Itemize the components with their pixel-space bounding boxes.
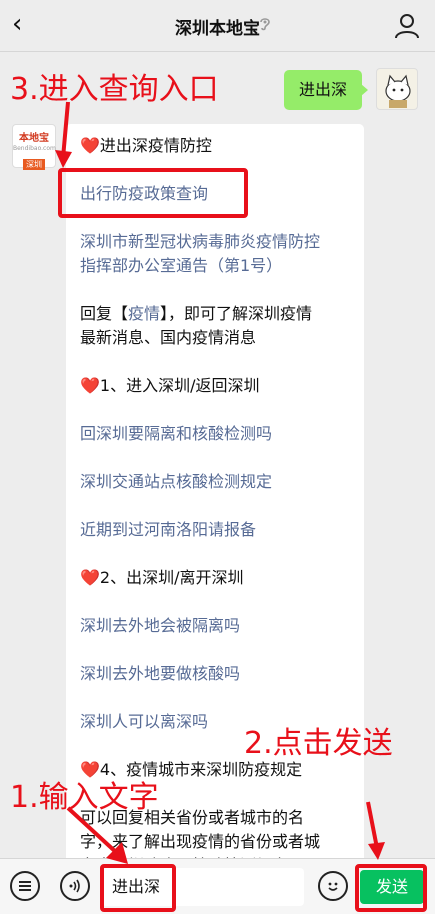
link-outbound-test[interactable]: 深圳去外地要做核酸吗 (80, 662, 362, 686)
annotation-arrow-step1 (66, 806, 128, 864)
section-1-heading: ❤️1、进入深圳/返回深圳 (80, 376, 260, 395)
heart-icon: ❤️ (80, 376, 100, 395)
link-station-test[interactable]: 深圳交通站点核酸检测规定 (80, 470, 362, 494)
user-message-bubble: 进出深 (284, 70, 368, 110)
section-2-heading: ❤️2、出深圳/离开深圳 (80, 568, 244, 587)
annotation-step2: 2.点击发送 (244, 726, 393, 761)
title-bar: ‹ 深圳本地宝 (0, 0, 435, 52)
emoji-icon[interactable] (318, 871, 348, 901)
notice-link-line2[interactable]: 指挥部办公室通告（第1号） (80, 254, 362, 278)
keyword-link[interactable]: 疫情 (128, 304, 160, 323)
annotation-arrow-step2 (366, 801, 385, 860)
heart-icon: ❤️ (80, 568, 100, 587)
ear-icon (258, 16, 272, 36)
reply-hint-line2: 最新消息、国内疫情消息 (80, 328, 257, 347)
avatar-city-tag: 深圳 (23, 159, 45, 170)
notice-link-line1[interactable]: 深圳市新型冠状病毒肺炎疫情防控 (80, 230, 362, 254)
user-avatar[interactable] (376, 68, 418, 110)
annotation-arrow-step3 (55, 101, 72, 168)
highlight-input (100, 864, 176, 912)
avatar-logo-text: 本地宝 (19, 133, 49, 144)
message-heading: ❤️进出深疫情防控 (80, 136, 212, 155)
page-title: 深圳本地宝 (175, 19, 260, 39)
highlight-policy-link (58, 168, 248, 218)
link-outbound-quarantine[interactable]: 深圳去外地会被隔离吗 (80, 614, 362, 638)
menu-icon[interactable] (10, 871, 40, 901)
heart-icon: ❤️ (80, 136, 100, 155)
person-icon[interactable] (393, 12, 421, 40)
avatar-logo-subtext: Bendibao.com (13, 145, 56, 152)
annotation-step3: 3.进入查询入口 (10, 72, 219, 107)
voice-icon[interactable] (60, 871, 90, 901)
reply-hint: 回复【疫情】，即可了解深圳疫情 (80, 304, 313, 323)
link-return-quarantine[interactable]: 回深圳要隔离和核酸检测吗 (80, 422, 362, 446)
link-henan-report[interactable]: 近期到过河南洛阳请报备 (80, 518, 362, 542)
bot-avatar[interactable]: 本地宝 Bendibao.com 深圳 (12, 124, 56, 170)
highlight-send-button (355, 864, 427, 912)
